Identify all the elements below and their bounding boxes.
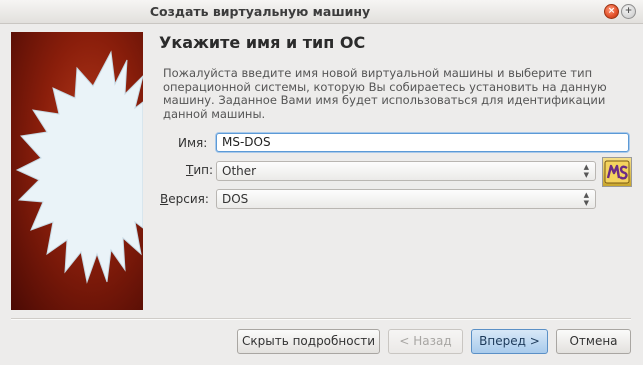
version-label: Версия: — [160, 192, 209, 206]
page-heading: Укажите имя и тип ОС — [159, 33, 366, 52]
type-select[interactable]: Other ▲ ▼ — [216, 161, 596, 181]
select-arrows-icon: ▲ ▼ — [583, 163, 589, 179]
window-titlebar: Создать виртуальную машину × + — [0, 0, 643, 24]
close-window-button[interactable]: × — [604, 4, 619, 19]
name-input[interactable] — [216, 133, 629, 152]
page-description: Пожалуйста введите имя новой виртуальной… — [163, 66, 607, 121]
name-label: Имя: — [178, 136, 208, 150]
next-button[interactable]: Вперед > — [471, 329, 548, 354]
version-select-value: DOS — [222, 192, 249, 206]
maximize-icon: + — [624, 6, 633, 16]
footer-divider — [11, 318, 631, 320]
maximize-window-button[interactable]: + — [621, 4, 636, 19]
ms-dos-os-icon — [602, 157, 632, 187]
type-label: Тип: — [186, 163, 214, 177]
select-arrows-icon: ▲ ▼ — [583, 191, 589, 207]
wizard-banner-image — [11, 32, 143, 310]
version-select[interactable]: DOS ▲ ▼ — [216, 189, 596, 209]
type-select-value: Other — [222, 164, 257, 178]
window-title: Создать виртуальную машину — [149, 4, 371, 19]
back-button[interactable]: < Назад — [388, 329, 463, 354]
hide-details-button[interactable]: Скрыть подробности — [237, 329, 380, 354]
close-icon: × — [607, 6, 616, 16]
cancel-button[interactable]: Отмена — [556, 329, 631, 354]
starburst-graphic — [15, 50, 143, 284]
